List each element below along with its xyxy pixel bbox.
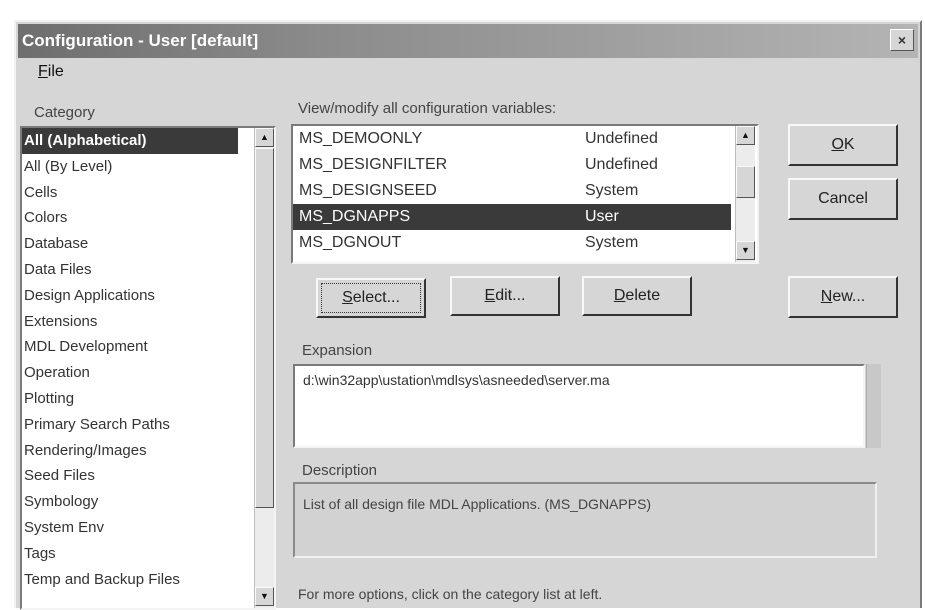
scroll-down-icon: ▼ — [741, 245, 750, 255]
scroll-thumb[interactable] — [736, 166, 755, 198]
expansion-value: d:\win32app\ustation\mdlsys\asneeded\ser… — [303, 372, 610, 388]
category-item[interactable]: MDL Development — [22, 334, 238, 360]
delete-button[interactable]: Delete — [582, 276, 692, 316]
variables-scrollbar[interactable]: ▲ ▼ — [735, 126, 755, 262]
category-list-items: All (Alphabetical) All (By Level) Cells Col… — [22, 128, 238, 608]
delete-mnemonic: D — [613, 287, 626, 304]
ok-button[interactable]: OK — [788, 124, 898, 166]
scroll-down-button[interactable]: ▼ — [736, 241, 755, 260]
edit-mnemonic: E — [484, 287, 496, 304]
scroll-up-icon: ▲ — [741, 130, 750, 140]
description-label: Description — [302, 462, 378, 479]
description-field: List of all design file MDL Applications… — [293, 482, 877, 558]
variable-name: MS_DGNAPPS — [299, 208, 411, 225]
variable-name: MS_DESIGNSEED — [299, 182, 437, 199]
variable-row[interactable]: MS_DESIGNSEED System — [293, 178, 731, 204]
new-button[interactable]: New... — [788, 276, 898, 318]
select-label: elect... — [352, 289, 400, 306]
ok-label: K — [843, 136, 855, 153]
menu-file-label: ile — [47, 63, 64, 80]
select-mnemonic: S — [342, 289, 353, 306]
expansion-label: Expansion — [302, 342, 373, 359]
category-item[interactable]: Colors — [22, 205, 238, 231]
category-scrollbar[interactable]: ▲ ▼ — [254, 128, 274, 608]
scroll-down-icon: ▼ — [260, 591, 269, 601]
variable-name: MS_DEMOONLY — [299, 130, 423, 147]
variables-label: View/modify all configuration variables: — [298, 100, 557, 117]
variable-name: MS_DESIGNFILTER — [299, 156, 448, 173]
category-item[interactable]: Plotting — [22, 386, 238, 412]
category-item[interactable]: Primary Search Paths — [22, 412, 238, 438]
scroll-up-icon: ▲ — [260, 132, 269, 142]
category-item[interactable]: System Env — [22, 515, 238, 541]
variable-row[interactable]: MS_DGNAPPS User — [293, 204, 731, 230]
variable-level: System — [585, 182, 639, 199]
category-list[interactable]: All (Alphabetical) All (By Level) Cells Col… — [20, 126, 276, 610]
menu-file[interactable]: File — [38, 63, 64, 81]
category-item[interactable]: Cells — [22, 180, 238, 206]
cancel-label: Cancel — [818, 190, 868, 207]
scroll-up-button[interactable]: ▲ — [255, 128, 274, 147]
category-item[interactable]: Tags — [22, 541, 238, 567]
expansion-side-strip — [866, 364, 881, 448]
scroll-thumb[interactable] — [255, 148, 274, 508]
variable-level: User — [585, 208, 619, 225]
variable-level: Undefined — [585, 130, 658, 147]
cancel-button[interactable]: Cancel — [788, 178, 898, 220]
edit-button[interactable]: Edit... — [450, 276, 560, 316]
new-mnemonic: N — [820, 288, 833, 305]
variable-level: Undefined — [585, 156, 658, 173]
variable-level: System — [585, 234, 639, 251]
category-item[interactable]: Seed Files — [22, 463, 238, 489]
category-item[interactable]: Operation — [22, 360, 238, 386]
window-title: Configuration - User [default] — [22, 31, 259, 50]
scroll-up-button[interactable]: ▲ — [736, 126, 755, 145]
footer-hint: For more options, click on the category … — [298, 586, 603, 602]
expansion-field[interactable]: d:\win32app\ustation\mdlsys\asneeded\ser… — [293, 364, 865, 448]
variable-row[interactable]: MS_DEMOONLY Undefined — [293, 126, 731, 152]
category-item[interactable]: Data Files — [22, 257, 238, 283]
variables-list-items: MS_DEMOONLY Undefined MS_DESIGNFILTER Undef… — [293, 126, 731, 262]
close-icon: × — [897, 32, 907, 48]
category-item[interactable]: All (By Level) — [22, 154, 238, 180]
menu-file-mnemonic: F — [38, 63, 48, 80]
edit-label: dit... — [495, 287, 526, 304]
category-item[interactable]: Rendering/Images — [22, 438, 238, 464]
description-text: List of all design file MDL Applications… — [303, 496, 652, 512]
variables-list[interactable]: MS_DEMOONLY Undefined MS_DESIGNFILTER Undef… — [291, 124, 759, 264]
close-button[interactable]: × — [890, 29, 914, 51]
ok-mnemonic: O — [831, 136, 844, 153]
menu-bar: File — [18, 60, 918, 86]
category-item[interactable]: Symbology — [22, 489, 238, 515]
category-item[interactable]: Database — [22, 231, 238, 257]
delete-label: elete — [625, 287, 661, 304]
select-button[interactable]: Select... — [316, 278, 426, 318]
variable-row[interactable]: MS_DESIGNFILTER Undefined — [293, 152, 731, 178]
scroll-down-button[interactable]: ▼ — [255, 587, 274, 606]
new-label: ew... — [832, 288, 866, 305]
category-label: Category — [34, 104, 95, 121]
variable-row[interactable]: MS_DGNOUT System — [293, 230, 731, 256]
variable-name: MS_DGNOUT — [299, 234, 402, 251]
category-item[interactable]: Design Applications — [22, 283, 238, 309]
category-item[interactable]: All (Alphabetical) — [22, 128, 238, 154]
category-item[interactable]: Temp and Backup Files — [22, 567, 238, 593]
title-bar[interactable]: Configuration - User [default] × — [18, 24, 918, 58]
category-item[interactable]: Extensions — [22, 309, 238, 335]
